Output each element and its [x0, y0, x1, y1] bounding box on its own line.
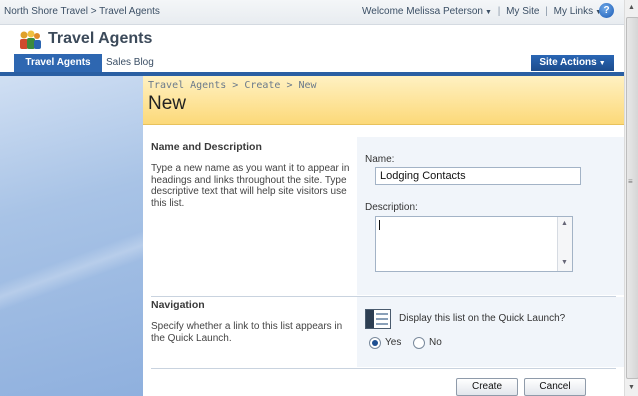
global-breadcrumb[interactable]: North Shore Travel > Travel Agents [4, 6, 160, 17]
quick-launch-panel [0, 76, 143, 396]
no-label[interactable]: No [429, 337, 442, 348]
top-nav-tabs: Travel Agents Sales Blog Site Actions ▼ [0, 54, 624, 76]
chevron-down-icon: ▼ [598, 60, 606, 67]
navigation-fields: Display this list on the Quick Launch? Y… [357, 297, 624, 367]
separator: | [545, 6, 548, 17]
my-links-label: My Links [553, 6, 594, 17]
navigation-help: Specify whether a link to this list appe… [151, 321, 343, 344]
description-label: Description: [365, 202, 418, 213]
quick-launch-question: Display this list on the Quick Launch? [399, 313, 566, 324]
tab-sales-blog[interactable]: Sales Blog [106, 54, 166, 72]
name-description-section-info: Name and Description Type a new name as … [151, 141, 351, 209]
yes-radio[interactable] [369, 337, 381, 349]
scroll-up-icon[interactable]: ▲ [628, 4, 635, 11]
page-title: New [148, 93, 187, 114]
scrollbar-thumb[interactable] [626, 17, 638, 379]
create-list-form: Name and Description Type a new name as … [143, 125, 624, 396]
navigation-section-info: Navigation Specify whether a link to thi… [151, 299, 351, 344]
welcome-label: Welcome Melissa Peterson [362, 6, 483, 17]
page-header: Travel Agents > Create > New New [143, 76, 624, 125]
separator: | [497, 6, 501, 17]
cancel-button[interactable]: Cancel [524, 378, 586, 396]
name-label: Name: [365, 154, 395, 165]
site-title[interactable]: Travel Agents [48, 30, 152, 48]
scroll-up-icon[interactable]: ▲ [561, 220, 568, 227]
textarea-scrollbar[interactable]: ▲ ▼ [557, 217, 572, 271]
navigation-heading: Navigation [151, 299, 205, 311]
name-input[interactable] [375, 167, 581, 185]
create-button[interactable]: Create [456, 378, 518, 396]
name-description-heading: Name and Description [151, 141, 262, 153]
page-breadcrumb[interactable]: Travel Agents > Create > New [148, 80, 317, 91]
section-divider [151, 368, 616, 369]
name-description-help: Type a new name as you want it to appear… [151, 163, 350, 209]
tab-travel-agents[interactable]: Travel Agents [14, 54, 102, 72]
name-description-fields: Name: Description: ▲ ▼ [357, 137, 624, 295]
site-actions-menu[interactable]: Site Actions ▼ [531, 55, 614, 71]
global-top-bar: North Shore Travel > Travel Agents Welco… [0, 0, 624, 25]
people-group-icon [20, 30, 41, 49]
my-links-menu[interactable]: My Links▼ [554, 6, 602, 17]
window-scrollbar[interactable]: ▲ ≡ ▼ [624, 0, 638, 396]
no-radio[interactable] [413, 337, 425, 349]
chevron-down-icon: ▼ [484, 9, 492, 16]
help-icon[interactable]: ? [599, 3, 614, 18]
site-actions-label: Site Actions [539, 57, 597, 68]
my-site-link[interactable]: My Site [506, 6, 539, 17]
text-caret [379, 220, 380, 230]
description-textarea[interactable]: ▲ ▼ [375, 216, 573, 272]
quick-launch-icon [365, 309, 391, 329]
scroll-down-icon[interactable]: ▼ [628, 384, 635, 391]
user-menu-area: Welcome Melissa Peterson ▼ | My Site | My… [362, 6, 613, 17]
welcome-menu[interactable]: Welcome Melissa Peterson ▼ [362, 6, 492, 17]
scrollbar-grip-icon: ≡ [628, 177, 633, 186]
yes-label[interactable]: Yes [385, 337, 401, 348]
scroll-down-icon[interactable]: ▼ [561, 259, 568, 266]
